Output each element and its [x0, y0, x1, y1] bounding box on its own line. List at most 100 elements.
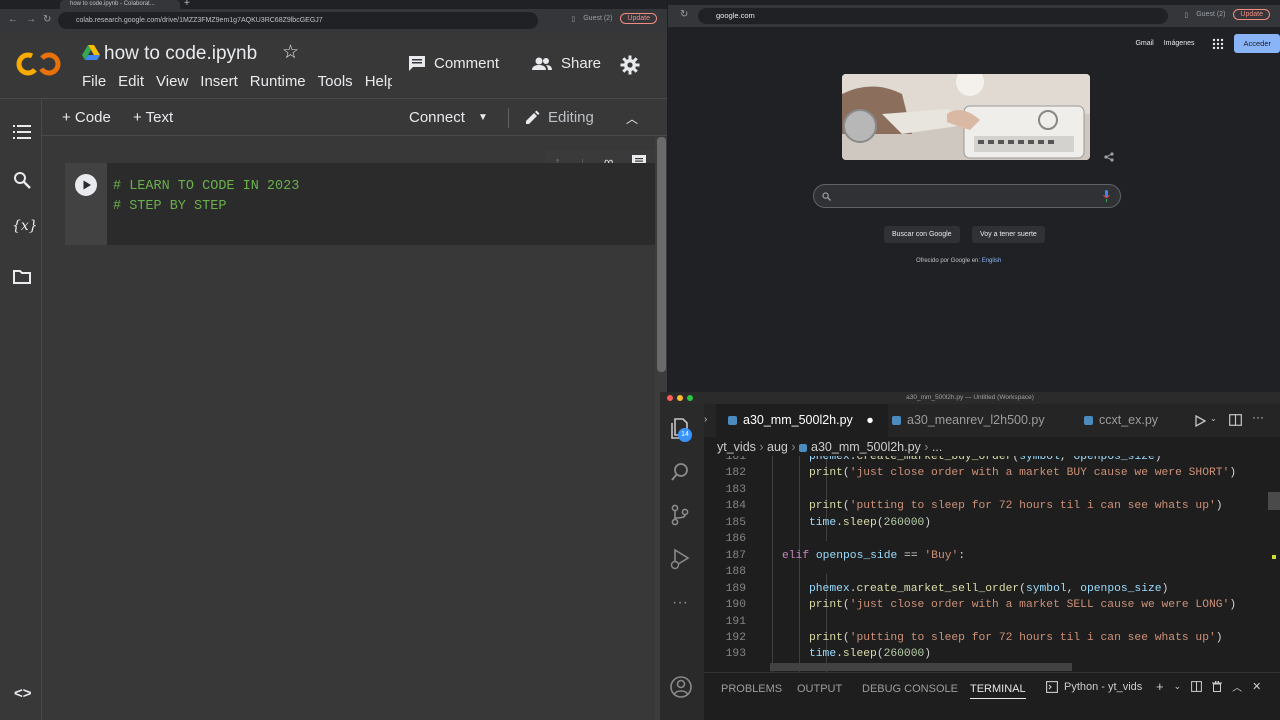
google-search-button[interactable]: Buscar con Google [884, 226, 960, 243]
menu-edit[interactable]: Edit [112, 73, 150, 90]
code-line[interactable]: print('just close order with a market BU… [809, 467, 1236, 479]
profile-button[interactable]: Guest (2) [1196, 11, 1225, 18]
tab-a30-meanrev-l2h500[interactable]: a30_meanrev_l2h500.py [892, 404, 1045, 437]
code-line[interactable]: time.sleep(260000) [809, 648, 931, 660]
maximize-panel-icon[interactable]: ︿ [1232, 679, 1242, 694]
search-icon[interactable] [670, 462, 690, 482]
code-line[interactable]: elif openpos_side == 'Buy': [782, 550, 965, 562]
new-tab-button[interactable]: + [184, 0, 190, 9]
code-line[interactable]: print('just close order with a market SE… [809, 599, 1236, 611]
code-cell[interactable]: # LEARN TO CODE IN 2023 # STEP BY STEP [65, 163, 655, 245]
code-line[interactable]: time.sleep(260000) [809, 517, 931, 529]
comment-button[interactable]: Comment [408, 55, 499, 72]
toolbar-divider [508, 108, 509, 128]
panel-tab-output[interactable]: OUTPUT [797, 683, 842, 695]
line-number: 187 [725, 549, 746, 562]
star-icon[interactable]: ☆ [282, 41, 299, 64]
code-line[interactable]: phemex.create_market_buy_order(symbol, o… [809, 456, 1162, 463]
more-icon[interactable]: ··· [672, 594, 688, 612]
code-line[interactable]: print('putting to sleep for 72 hours til… [809, 632, 1223, 644]
python-file-icon [892, 416, 901, 425]
notebook-title[interactable]: how to code.ipynb [104, 43, 257, 65]
terminal-dropdown-icon[interactable]: ⌄ [1174, 681, 1182, 692]
run-dropdown-icon[interactable]: ⌄ [1210, 414, 1217, 423]
microphone-icon[interactable] [1103, 190, 1110, 202]
breadcrumb-separator-icon: › [759, 440, 768, 454]
sign-in-button[interactable]: Acceder [1234, 34, 1280, 53]
reload-icon[interactable]: ↻ [680, 9, 688, 20]
tab-scroll-left-icon[interactable]: › [704, 414, 707, 425]
notebook-scroll-thumb[interactable] [657, 137, 666, 372]
drive-icon[interactable] [82, 45, 100, 61]
panel-tab-terminal[interactable]: TERMINAL [970, 683, 1026, 699]
new-terminal-icon[interactable]: + [1156, 679, 1164, 694]
panel-tab-debug-console[interactable]: DEBUG CONSOLE [862, 683, 958, 695]
folder-icon[interactable] [13, 270, 31, 284]
code-snippets-icon[interactable]: <> [14, 685, 32, 702]
trash-icon[interactable] [1212, 681, 1223, 692]
sidepanel-icon[interactable]: ▯ [571, 15, 575, 23]
editor-vertical-scrollbar[interactable] [1268, 492, 1280, 510]
colab-logo[interactable] [16, 49, 62, 79]
apps-grid-icon[interactable] [1212, 38, 1224, 50]
breadcrumb-item[interactable]: yt_vids [717, 440, 756, 454]
source-control-icon[interactable] [670, 504, 690, 526]
browser-tab[interactable]: how to code.ipynb - Colaborat... [60, 0, 180, 9]
code-line[interactable]: phemex.create_market_sell_order(symbol, … [809, 583, 1168, 595]
forward-icon[interactable]: → [26, 14, 36, 25]
menu-view[interactable]: View [150, 73, 194, 90]
tab-ccxt-ex[interactable]: ccxt_ex.py [1084, 404, 1158, 437]
close-panel-icon[interactable]: ✕ [1252, 680, 1261, 693]
offered-label: Ofrecido por Google en: [916, 258, 981, 264]
terminal-selector[interactable]: Python - yt_vids [1046, 681, 1142, 693]
breadcrumb-item[interactable]: a30_mm_500l2h.py [811, 440, 921, 454]
google-url-field[interactable]: google.com [698, 8, 1168, 24]
connect-button[interactable]: Connect [409, 109, 465, 126]
update-button[interactable]: Update [1233, 9, 1270, 20]
reload-icon[interactable]: ↻ [43, 14, 51, 25]
menu-file[interactable]: File [76, 73, 112, 90]
feeling-lucky-button[interactable]: Voy a tener suerte [972, 226, 1045, 243]
collapse-header-icon[interactable]: ︿ [626, 110, 638, 127]
google-search-box[interactable] [813, 184, 1121, 208]
toc-icon[interactable] [13, 125, 31, 139]
editor-horizontal-scrollbar[interactable] [770, 663, 1072, 671]
share-icon[interactable] [1104, 152, 1114, 162]
breadcrumb-item[interactable]: ... [932, 440, 942, 454]
breadcrumb-item[interactable]: aug [767, 440, 788, 454]
update-button[interactable]: Update [620, 13, 657, 24]
panel-tab-problems[interactable]: PROBLEMS [721, 683, 782, 695]
connect-dropdown-icon[interactable]: ▼ [478, 112, 488, 123]
variables-icon[interactable]: {x} [12, 218, 38, 234]
back-icon[interactable]: ← [8, 14, 18, 25]
menu-runtime[interactable]: Runtime [244, 73, 312, 90]
menu-tools[interactable]: Tools [312, 73, 359, 90]
split-terminal-icon[interactable] [1191, 681, 1203, 692]
url-field[interactable]: colab.research.google.com/drive/1MZZ3FMZ… [58, 12, 538, 29]
code-line[interactable]: print('putting to sleep for 72 hours til… [809, 500, 1223, 512]
run-file-icon[interactable] [1194, 415, 1206, 427]
run-cell-button[interactable] [75, 174, 97, 196]
code-editor[interactable]: 181 phemex.create_market_buy_order(symbol… [704, 456, 1280, 672]
run-debug-icon[interactable] [670, 548, 690, 570]
add-code-button[interactable]: + Code [62, 109, 111, 126]
account-icon[interactable] [670, 676, 692, 698]
settings-button[interactable] [620, 55, 640, 75]
cell-code[interactable]: # LEARN TO CODE IN 2023 # STEP BY STEP [113, 177, 299, 217]
sidepanel-icon[interactable]: ▯ [1184, 11, 1188, 19]
images-link[interactable]: Imágenes [1164, 40, 1195, 47]
unsaved-dot-icon[interactable]: ● [866, 413, 874, 427]
language-link[interactable]: English [982, 258, 1002, 264]
profile-button[interactable]: Guest (2) [583, 15, 612, 22]
search-icon[interactable] [13, 171, 31, 189]
editing-mode-label[interactable]: Editing [548, 109, 594, 126]
tab-a30-mm-500l2h[interactable]: a30_mm_500l2h.py ● [716, 404, 888, 437]
gmail-link[interactable]: Gmail [1135, 40, 1153, 47]
menu-insert[interactable]: Insert [194, 73, 244, 90]
more-actions-icon[interactable]: ··· [1252, 410, 1264, 424]
split-editor-icon[interactable] [1229, 414, 1242, 426]
share-button[interactable]: Share [531, 55, 601, 72]
google-doodle[interactable] [842, 74, 1090, 160]
add-text-button[interactable]: + Text [133, 109, 173, 126]
menu-help[interactable]: Help [359, 73, 392, 90]
